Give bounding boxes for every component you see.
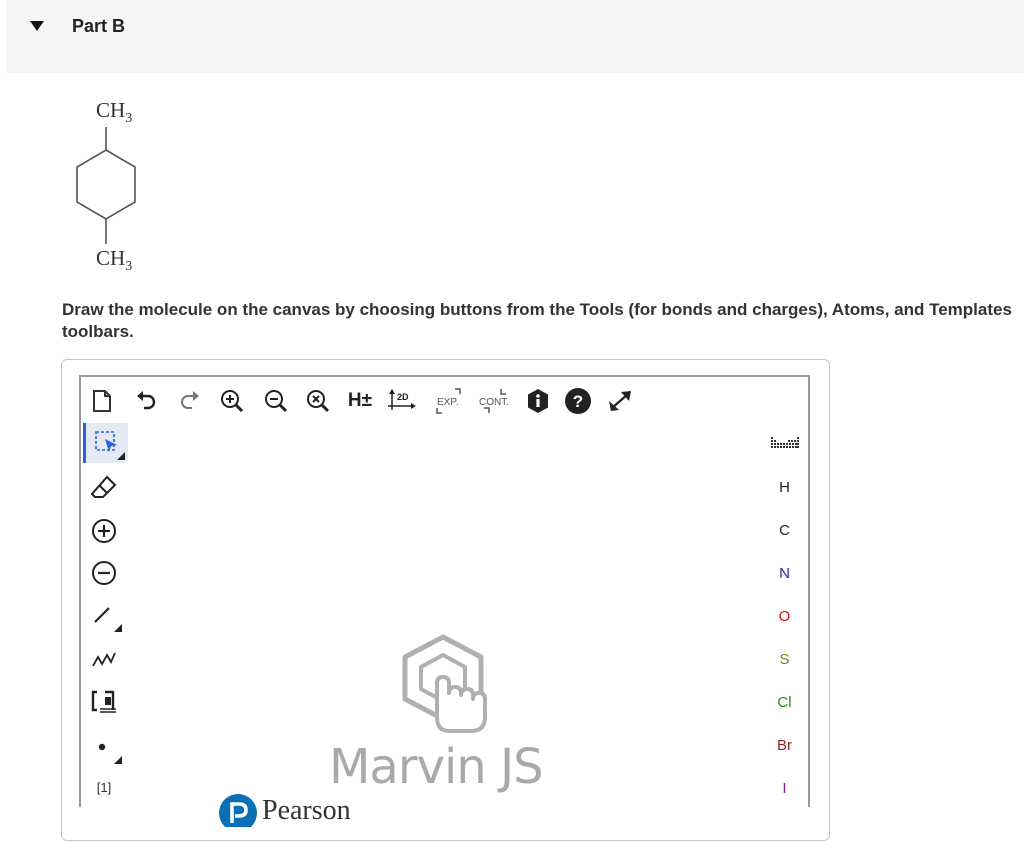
atom-button-cl[interactable]: Cl: [763, 682, 806, 722]
pearson-logo-circle: [219, 794, 257, 827]
zoom-out-button[interactable]: [261, 385, 291, 417]
single-bond-button[interactable]: [83, 595, 125, 635]
undo-icon: [137, 391, 156, 410]
info-icon: [528, 389, 548, 413]
undo-button[interactable]: [131, 385, 161, 417]
clean-2d-button[interactable]: 2D: [387, 385, 417, 417]
svg-text:?: ?: [573, 392, 583, 411]
zoom-out-icon: [265, 390, 288, 413]
periodic-table-icon: [770, 437, 799, 448]
atom-symbol: C: [779, 521, 790, 539]
zoom-in-button[interactable]: [217, 385, 247, 417]
atom-symbol: H: [779, 478, 790, 496]
atom-symbol: Cl: [777, 693, 792, 711]
chain-button[interactable]: [83, 639, 125, 679]
info-button[interactable]: [523, 385, 553, 417]
new-document-icon: [93, 390, 111, 412]
minus-charge-icon: [92, 561, 116, 585]
marvin-js-watermark: Marvin JS: [329, 739, 544, 795]
plus-charge-icon: [92, 519, 116, 543]
hydrogen-toggle-label: H±: [347, 390, 373, 411]
expand-icon: EXP.: [436, 388, 461, 414]
fullscreen-icon: [609, 391, 631, 411]
redo-icon: [181, 391, 199, 409]
marvin-editor: H± 2D EXP. CONT. ? [1] Marvin JS H C N O…: [79, 375, 810, 807]
hydrogen-toggle-button[interactable]: H±: [345, 385, 375, 417]
contract-icon: CONT.: [479, 389, 509, 413]
zoom-reset-icon: [307, 390, 330, 413]
atom-button-n[interactable]: N: [763, 553, 806, 593]
atom-button-h[interactable]: H: [763, 467, 806, 507]
contract-label: CONT.: [479, 397, 509, 408]
atoms-toolbar: H C N O S Cl Br I: [763, 423, 806, 807]
redo-button[interactable]: [175, 385, 205, 417]
sgroup-bracket-button[interactable]: [83, 681, 125, 721]
atom-button-br[interactable]: Br: [763, 725, 806, 765]
new-document-button[interactable]: [87, 385, 117, 417]
drawing-canvas[interactable]: Marvin JS: [129, 423, 761, 807]
collapse-triangle-icon[interactable]: [30, 20, 44, 32]
marvin-logo-icon: [402, 634, 487, 733]
part-title: Part B: [72, 16, 126, 36]
clean-2d-label: 2D: [397, 392, 409, 402]
molecule-structure-image: CH3 CH3: [60, 94, 190, 284]
rectangle-select-button[interactable]: [83, 423, 128, 463]
eraser-icon: [90, 475, 117, 498]
top-toolbar: H± 2D EXP. CONT. ?: [81, 377, 808, 423]
periodic-table-button[interactable]: [763, 423, 806, 463]
zoom-in-icon: [221, 390, 244, 413]
clean-2d-icon: 2D: [388, 389, 416, 410]
chain-icon: [92, 652, 116, 667]
atom-symbol: N: [779, 564, 790, 582]
expand-label: EXP.: [437, 397, 459, 408]
atom-symbol: S: [779, 650, 790, 668]
decrease-charge-button[interactable]: [83, 553, 125, 593]
instructions-text: Draw the molecule on the canvas by choos…: [62, 300, 1012, 341]
pearson-logo-icon: [219, 794, 257, 827]
expand-groups-button[interactable]: EXP.: [433, 385, 469, 417]
increase-charge-button[interactable]: [83, 511, 125, 551]
bond-types-corner-icon: [114, 624, 122, 632]
radical-types-corner-icon: [114, 756, 122, 764]
bracket-icon: [91, 690, 116, 713]
atom-button-o[interactable]: O: [763, 596, 806, 636]
left-toolbar: [1]: [81, 423, 128, 807]
atom-symbol: I: [782, 779, 787, 797]
radical-button[interactable]: [83, 727, 125, 767]
atom-symbol: Br: [777, 736, 792, 754]
atom-button-i[interactable]: I: [763, 768, 806, 807]
zoom-reset-button[interactable]: [303, 385, 333, 417]
pearson-brand-name: Pearson: [262, 795, 351, 826]
bottom-methyl-label: CH3: [96, 246, 133, 275]
atom-symbol: O: [778, 607, 791, 625]
part-header: Part B: [6, 0, 1024, 73]
reaction-arrow-button[interactable]: [1]: [83, 767, 125, 807]
atom-button-c[interactable]: C: [763, 510, 806, 550]
radical-dot-icon: [98, 743, 106, 751]
fullscreen-button[interactable]: [605, 385, 635, 417]
atom-button-s[interactable]: S: [763, 639, 806, 679]
erase-button[interactable]: [83, 467, 125, 507]
help-icon: ?: [565, 388, 591, 414]
reaction-label: [1]: [96, 779, 112, 795]
help-button[interactable]: ?: [563, 385, 593, 417]
more-tools-corner-icon: [117, 452, 125, 460]
contract-groups-button[interactable]: CONT.: [475, 385, 515, 417]
